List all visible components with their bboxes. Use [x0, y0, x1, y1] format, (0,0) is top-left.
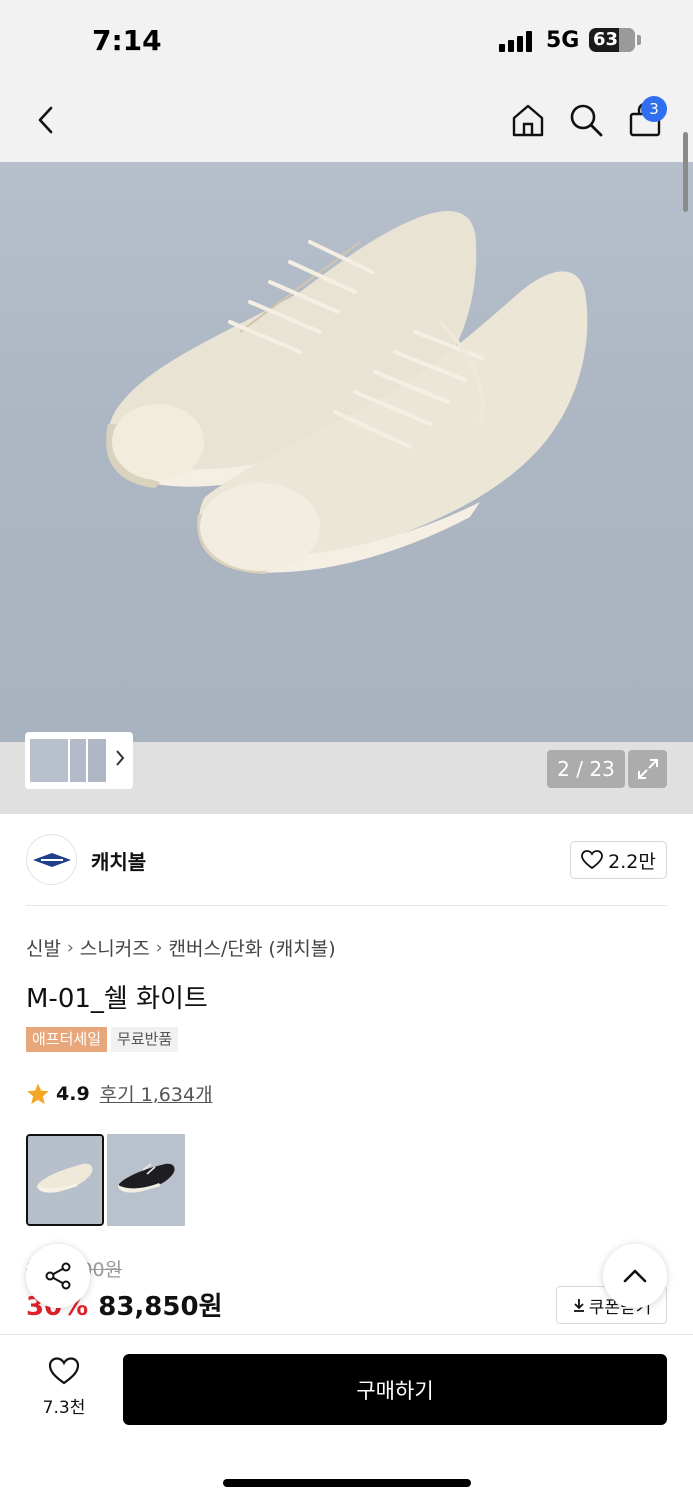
nav-bar	[0, 80, 693, 162]
brand-name[interactable]: 캐치볼	[91, 846, 146, 875]
home-indicator	[223, 1479, 471, 1487]
status-time: 7:14	[92, 24, 162, 57]
chevron-right-icon	[116, 750, 125, 766]
battery-level: 63	[593, 29, 619, 50]
back-icon	[38, 106, 53, 134]
color-option-black[interactable]	[107, 1134, 185, 1226]
network-label: 5G	[546, 28, 580, 53]
signal-icon	[499, 30, 535, 52]
brand-logo-mark	[32, 852, 71, 867]
brand-logo[interactable]	[26, 834, 77, 885]
status-bar: 7:14 5G 63	[0, 0, 693, 80]
buy-button[interactable]: 구매하기	[123, 1354, 667, 1425]
tag-after-sale: 애프터세일	[26, 1027, 108, 1052]
chevron-right-icon: ›	[66, 937, 74, 958]
breadcrumb: 신발 › 스니커즈 › 캔버스/단화 (캐치볼)	[26, 934, 336, 961]
product-title: M-01_쉘 화이트	[26, 984, 208, 1014]
home-icon	[512, 104, 544, 137]
sale-price: 83,850원	[98, 1292, 223, 1322]
rating-score: 4.9	[56, 1082, 90, 1105]
scroll-indicator	[683, 132, 688, 212]
image-counter: 2 / 23	[547, 750, 625, 788]
expand-icon	[637, 759, 658, 779]
home-button[interactable]	[506, 98, 550, 142]
chevron-up-icon	[623, 1269, 647, 1283]
cart-badge: 3	[641, 96, 667, 122]
back-button[interactable]	[24, 98, 68, 142]
heart-icon	[48, 1357, 80, 1385]
brand-like-count: 2.2만	[608, 850, 656, 873]
brand-like-button[interactable]: 2.2만	[570, 841, 667, 879]
search-icon	[570, 104, 603, 137]
share-button[interactable]	[26, 1244, 90, 1308]
black-sneaker-thumb	[107, 1134, 185, 1226]
breadcrumb-item[interactable]: 스니커즈	[80, 934, 150, 961]
battery-cap	[637, 35, 641, 45]
tag-free-return: 무료반품	[111, 1027, 179, 1052]
product-image[interactable]	[0, 162, 693, 742]
heart-icon	[581, 850, 604, 870]
divider	[26, 905, 667, 906]
white-sneaker-thumb	[28, 1136, 102, 1224]
breadcrumb-item[interactable]: 신발	[26, 934, 61, 961]
expand-button[interactable]	[628, 750, 667, 788]
chevron-right-icon: ›	[155, 937, 163, 958]
search-button[interactable]	[564, 98, 608, 142]
download-icon	[573, 1299, 584, 1312]
color-option-white[interactable]	[26, 1134, 104, 1226]
breadcrumb-item[interactable]: 캔버스/단화 (캐치볼)	[169, 934, 336, 961]
scroll-top-button[interactable]	[603, 1244, 667, 1308]
star-icon	[27, 1083, 49, 1104]
sneakers-illustration	[106, 210, 588, 574]
product-tags: 애프터세일 무료반품	[26, 1027, 179, 1052]
share-icon	[45, 1262, 71, 1290]
wishlist-button[interactable]: 7.3천	[30, 1357, 98, 1418]
thumbnail-preview[interactable]	[25, 732, 133, 789]
rating: 4.9 후기 1,634개	[26, 1080, 213, 1107]
battery-icon: 63	[589, 28, 635, 52]
wishlist-count: 7.3천	[42, 1398, 86, 1418]
review-link[interactable]: 후기 1,634개	[100, 1080, 213, 1107]
